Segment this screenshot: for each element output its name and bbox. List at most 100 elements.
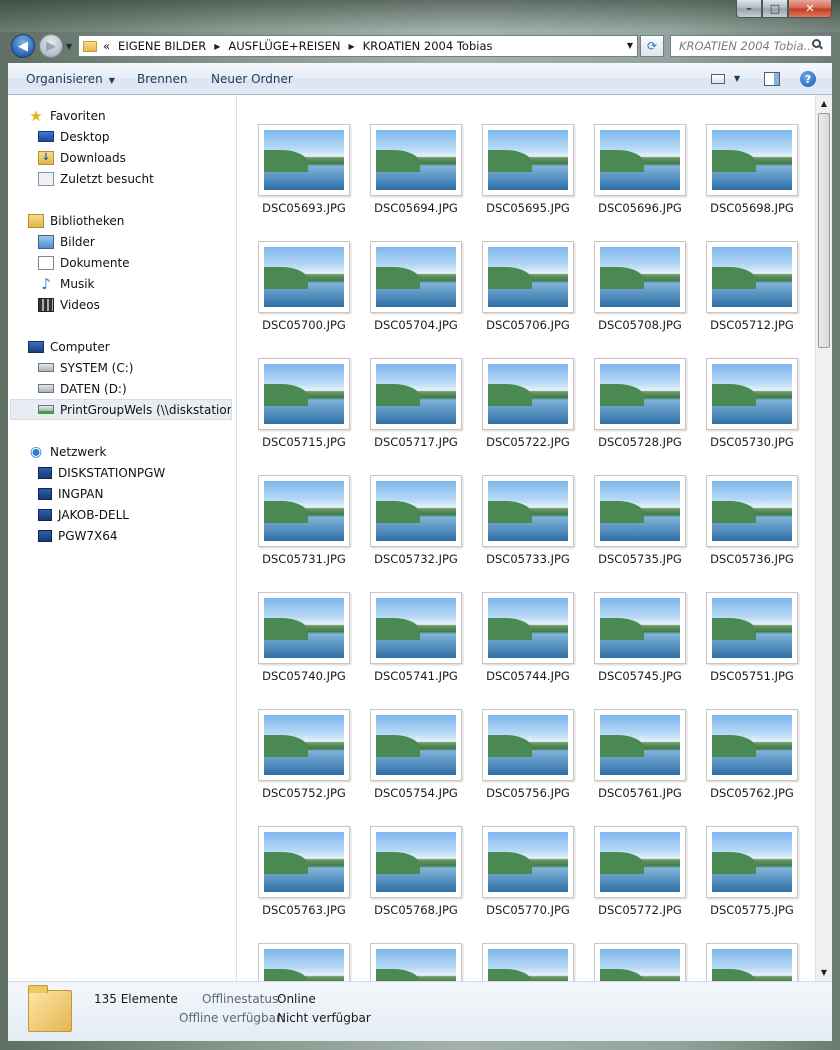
file-item[interactable]: DSC05770.JPG (463, 826, 574, 926)
image-thumbnail[interactable] (594, 826, 686, 898)
image-thumbnail[interactable] (258, 124, 350, 196)
maximize-button[interactable]: □ (762, 0, 788, 18)
file-item[interactable]: DSC05693.JPG (239, 124, 350, 224)
file-item[interactable]: DSC05736.JPG (687, 475, 798, 575)
file-item[interactable]: DSC05704.JPG (351, 241, 462, 341)
file-item[interactable] (239, 943, 350, 981)
file-item[interactable]: DSC05740.JPG (239, 592, 350, 692)
file-item[interactable]: DSC05696.JPG (575, 124, 686, 224)
close-button[interactable]: ✕ (788, 0, 832, 18)
image-thumbnail[interactable] (594, 943, 686, 981)
search-input[interactable]: KROATIEN 2004 Tobia... (670, 35, 832, 57)
nav-recent[interactable]: Zuletzt besucht (38, 168, 154, 189)
file-item[interactable]: DSC05698.JPG (687, 124, 798, 224)
image-thumbnail[interactable] (482, 709, 574, 781)
image-thumbnail[interactable] (706, 592, 798, 664)
image-thumbnail[interactable] (370, 943, 462, 981)
image-thumbnail[interactable] (594, 592, 686, 664)
scroll-up-icon[interactable]: ▲ (816, 95, 832, 112)
file-item[interactable]: DSC05722.JPG (463, 358, 574, 458)
breadcrumb-overflow[interactable]: « (103, 39, 110, 53)
file-item[interactable]: DSC05745.JPG (575, 592, 686, 692)
file-item[interactable] (687, 943, 798, 981)
image-thumbnail[interactable] (594, 475, 686, 547)
nav-libraries[interactable]: Bibliotheken (28, 210, 124, 231)
breadcrumb-item[interactable]: AUSFLÜGE+REISEN (228, 39, 340, 53)
image-thumbnail[interactable] (258, 592, 350, 664)
forward-button[interactable]: ▶ (39, 34, 63, 58)
image-thumbnail[interactable] (706, 709, 798, 781)
nav-pictures[interactable]: Bilder (38, 231, 95, 252)
preview-pane-icon[interactable] (764, 72, 780, 86)
chevron-down-icon[interactable]: ▼ (627, 41, 633, 50)
nav-drive-c[interactable]: SYSTEM (C:) (38, 357, 133, 378)
image-thumbnail[interactable] (706, 475, 798, 547)
file-item[interactable]: DSC05772.JPG (575, 826, 686, 926)
scrollbar-thumb[interactable] (818, 113, 830, 348)
image-thumbnail[interactable] (258, 709, 350, 781)
breadcrumb-item[interactable]: EIGENE BILDER (118, 39, 206, 53)
file-item[interactable]: DSC05752.JPG (239, 709, 350, 809)
file-item[interactable]: DSC05730.JPG (687, 358, 798, 458)
image-thumbnail[interactable] (706, 826, 798, 898)
vertical-scrollbar[interactable]: ▲ ▼ (815, 95, 832, 981)
file-item[interactable]: DSC05708.JPG (575, 241, 686, 341)
file-item[interactable]: DSC05712.JPG (687, 241, 798, 341)
nav-downloads[interactable]: ↓ Downloads (38, 147, 126, 168)
image-thumbnail[interactable] (482, 592, 574, 664)
file-item[interactable]: DSC05731.JPG (239, 475, 350, 575)
file-item[interactable]: DSC05706.JPG (463, 241, 574, 341)
file-item[interactable] (463, 943, 574, 981)
nav-network[interactable]: ◉ Netzwerk (28, 441, 107, 462)
image-thumbnail[interactable] (482, 826, 574, 898)
image-thumbnail[interactable] (258, 241, 350, 313)
refresh-button[interactable]: ⟳ (640, 35, 664, 57)
nav-network-pc[interactable]: JAKOB-DELL (38, 504, 129, 525)
image-thumbnail[interactable] (482, 241, 574, 313)
file-item[interactable]: DSC05775.JPG (687, 826, 798, 926)
help-icon[interactable]: ? (800, 71, 816, 87)
file-item[interactable] (351, 943, 462, 981)
image-thumbnail[interactable] (258, 358, 350, 430)
minimize-button[interactable]: – (736, 0, 762, 18)
image-thumbnail[interactable] (482, 358, 574, 430)
search-icon[interactable] (812, 39, 821, 48)
address-bar[interactable]: « EIGENE BILDER ▶ AUSFLÜGE+REISEN ▶ KROA… (78, 35, 638, 57)
breadcrumb-item[interactable]: KROATIEN 2004 Tobias (363, 39, 493, 53)
nav-network-pc[interactable]: DISKSTATIONPGW (38, 462, 165, 483)
nav-network-drive[interactable]: PrintGroupWels (\\diskstationpgw (10, 399, 232, 420)
nav-videos[interactable]: Videos (38, 294, 100, 315)
image-thumbnail[interactable] (594, 709, 686, 781)
file-item[interactable]: DSC05763.JPG (239, 826, 350, 926)
file-item[interactable]: DSC05762.JPG (687, 709, 798, 809)
breadcrumb-arrow-icon[interactable]: ▶ (214, 42, 220, 51)
image-thumbnail[interactable] (370, 475, 462, 547)
image-thumbnail[interactable] (370, 358, 462, 430)
nav-desktop[interactable]: Desktop (38, 126, 110, 147)
burn-button[interactable]: Brennen (137, 72, 187, 86)
image-thumbnail[interactable] (370, 709, 462, 781)
file-item[interactable]: DSC05735.JPG (575, 475, 686, 575)
chevron-down-icon[interactable]: ▼ (734, 74, 740, 83)
file-item[interactable]: DSC05717.JPG (351, 358, 462, 458)
nav-computer[interactable]: Computer (28, 336, 110, 357)
file-item[interactable]: DSC05694.JPG (351, 124, 462, 224)
image-thumbnail[interactable] (594, 358, 686, 430)
file-item[interactable]: DSC05768.JPG (351, 826, 462, 926)
file-item[interactable]: DSC05733.JPG (463, 475, 574, 575)
file-item[interactable]: DSC05756.JPG (463, 709, 574, 809)
file-item[interactable]: DSC05728.JPG (575, 358, 686, 458)
file-item[interactable]: DSC05715.JPG (239, 358, 350, 458)
image-thumbnail[interactable] (594, 241, 686, 313)
image-thumbnail[interactable] (370, 124, 462, 196)
nav-network-pc[interactable]: INGPAN (38, 483, 103, 504)
nav-network-pc[interactable]: PGW7X64 (38, 525, 118, 546)
image-thumbnail[interactable] (706, 241, 798, 313)
image-thumbnail[interactable] (594, 124, 686, 196)
nav-music[interactable]: ♪ Musik (38, 273, 94, 294)
nav-favorites[interactable]: ★ Favoriten (28, 105, 105, 126)
file-item[interactable]: DSC05741.JPG (351, 592, 462, 692)
image-thumbnail[interactable] (482, 124, 574, 196)
organize-button[interactable]: Organisieren ▼ (26, 72, 115, 86)
file-item[interactable]: DSC05754.JPG (351, 709, 462, 809)
